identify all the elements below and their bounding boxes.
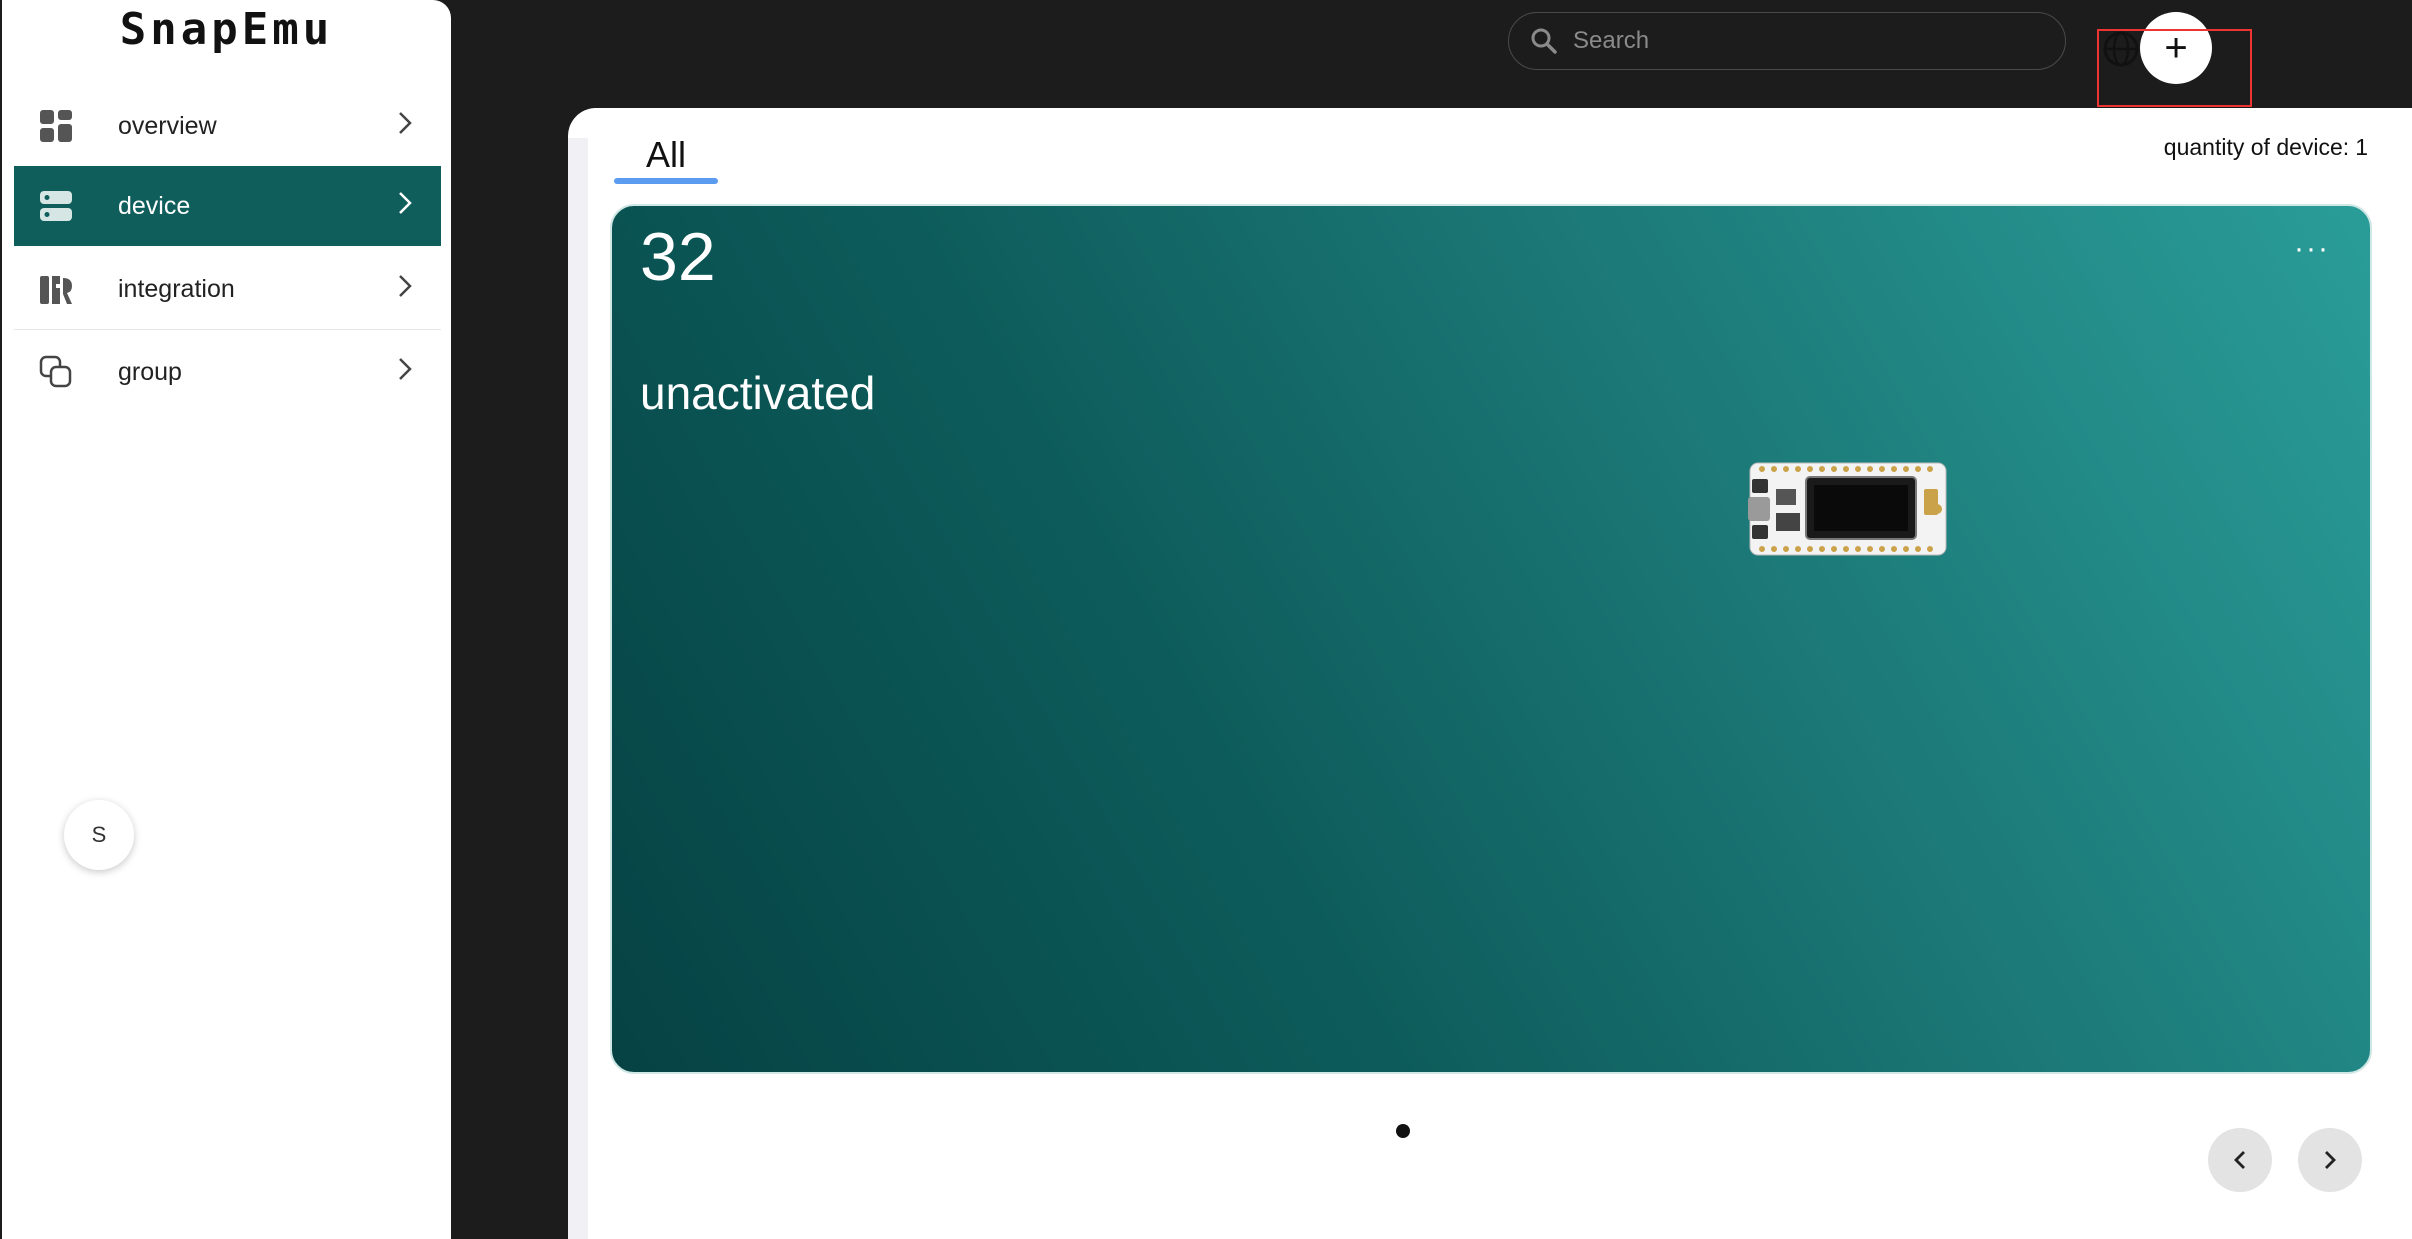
- panel-edge: [568, 138, 588, 1239]
- prev-button[interactable]: [2208, 1128, 2272, 1192]
- sidebar-item-overview[interactable]: overview: [14, 86, 441, 166]
- search-input[interactable]: [1571, 26, 2045, 56]
- sidebar-item-label: device: [118, 191, 191, 220]
- sidebar-item-group[interactable]: group: [14, 332, 441, 412]
- main-panel: All quantity of device: 1 32 unactivated …: [568, 108, 2412, 1239]
- sidebar-item-integration[interactable]: integration: [14, 250, 441, 330]
- device-quantity-value: 1: [2355, 134, 2368, 160]
- sidebar-item-label: overview: [118, 111, 217, 140]
- integration-icon: [38, 272, 74, 308]
- device-quantity: quantity of device: 1: [2158, 134, 2368, 161]
- sidebar-item-device[interactable]: device: [14, 166, 441, 246]
- search-bar[interactable]: [1508, 12, 2066, 70]
- app-logo: SnapEmu: [119, 4, 334, 55]
- device-board-image: [1748, 462, 1947, 556]
- group-icon: [38, 354, 74, 390]
- search-icon: [1531, 28, 1557, 54]
- chevron-right-icon: [385, 110, 425, 143]
- tab-underline: [614, 178, 718, 184]
- globe-icon[interactable]: [2102, 30, 2140, 68]
- grid-icon: [38, 108, 74, 144]
- avatar[interactable]: S: [64, 800, 134, 870]
- chevron-right-icon: [385, 190, 425, 223]
- add-device-button[interactable]: +: [2140, 12, 2212, 84]
- server-icon: [38, 188, 74, 224]
- pager-dot[interactable]: [1396, 1124, 1410, 1138]
- sidebar-item-label: group: [118, 357, 182, 386]
- sidebar: SnapEmu overview device integration grou…: [2, 0, 451, 1239]
- chevron-right-icon: [385, 356, 425, 389]
- chevron-right-icon: [385, 273, 425, 306]
- device-name: 32: [640, 219, 716, 295]
- chevron-left-icon: [2234, 1151, 2245, 1169]
- device-status: unactivated: [640, 367, 876, 419]
- device-quantity-label: quantity of device:: [2163, 134, 2350, 160]
- chevron-right-icon: [2325, 1151, 2336, 1169]
- more-options-icon[interactable]: ···: [2294, 232, 2330, 266]
- sidebar-item-label: integration: [118, 275, 235, 303]
- next-button[interactable]: [2298, 1128, 2362, 1192]
- device-card[interactable]: 32 unactivated ···: [610, 204, 2372, 1074]
